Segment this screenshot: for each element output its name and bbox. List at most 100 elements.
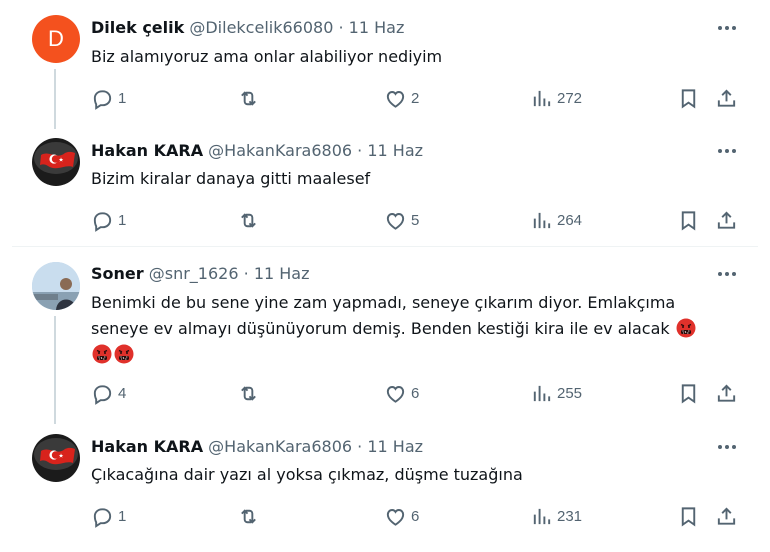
reply-count: 1 xyxy=(118,507,127,525)
like-button[interactable]: 2 xyxy=(384,86,419,110)
bookmark-icon xyxy=(677,209,700,232)
avatar[interactable] xyxy=(32,262,80,310)
angry-emoji-icon xyxy=(114,344,134,364)
like-count: 5 xyxy=(411,211,420,229)
more-icon[interactable] xyxy=(716,18,738,38)
like-button[interactable]: 5 xyxy=(384,208,419,232)
share-button[interactable] xyxy=(715,381,738,405)
views-icon xyxy=(530,382,553,405)
separator-dot: · xyxy=(243,264,249,283)
tweet-header: Hakan KARA @HakanKara6806 · 11 Haz xyxy=(91,141,423,161)
views-button[interactable]: 255 xyxy=(530,381,582,405)
like-count: 2 xyxy=(411,89,420,107)
angry-emoji-icon xyxy=(92,344,112,364)
share-icon xyxy=(715,505,738,528)
display-name[interactable]: Hakan KARA xyxy=(91,437,203,456)
reply-count: 4 xyxy=(118,384,127,402)
user-handle[interactable]: @HakanKara6806 xyxy=(208,141,352,160)
comment-icon xyxy=(91,209,114,232)
display-name[interactable]: Soner xyxy=(91,264,144,283)
tweet-text-line: seneye ev almayı düşünüyorum demiş. Bend… xyxy=(91,316,741,342)
reply-button[interactable]: 1 xyxy=(91,208,126,232)
views-count: 255 xyxy=(557,384,583,402)
more-icon[interactable] xyxy=(716,264,738,284)
bookmark-button[interactable] xyxy=(677,86,700,110)
retweet-icon xyxy=(237,87,260,110)
bookmark-icon xyxy=(677,382,700,405)
views-button[interactable]: 264 xyxy=(530,208,582,232)
reply-button[interactable]: 4 xyxy=(91,381,126,405)
retweet-button[interactable] xyxy=(237,208,264,232)
reply-button[interactable]: 1 xyxy=(91,86,126,110)
tweet-date[interactable]: 11 Haz xyxy=(367,141,423,160)
thread-line xyxy=(54,316,56,424)
reply-button[interactable]: 1 xyxy=(91,504,126,528)
tweet-text: Çıkacağına dair yazı al yoksa çıkmaz, dü… xyxy=(91,465,523,484)
thread-line xyxy=(54,69,56,129)
views-count: 272 xyxy=(557,89,583,107)
separator-dot: · xyxy=(357,141,363,160)
share-icon xyxy=(715,209,738,232)
angry-emoji-icon xyxy=(676,318,696,338)
reply-count: 1 xyxy=(118,89,127,107)
comment-icon xyxy=(91,505,114,528)
views-button[interactable]: 231 xyxy=(530,504,582,528)
like-icon xyxy=(384,382,407,405)
separator-dot: · xyxy=(357,437,363,456)
views-icon xyxy=(530,87,553,110)
tweet-date[interactable]: 11 Haz xyxy=(367,437,423,456)
display-name[interactable]: Hakan KARA xyxy=(91,141,203,160)
reply-count: 1 xyxy=(118,211,127,229)
profile-photo-icon xyxy=(32,262,80,310)
like-icon xyxy=(384,505,407,528)
share-button[interactable] xyxy=(715,86,738,110)
user-handle[interactable]: @snr_1626 xyxy=(149,264,239,283)
bookmark-button[interactable] xyxy=(677,504,700,528)
bookmark-button[interactable] xyxy=(677,208,700,232)
tweet-actions: 1 2 272 xyxy=(91,86,741,110)
more-icon[interactable] xyxy=(716,141,738,161)
retweet-button[interactable] xyxy=(237,86,264,110)
views-icon xyxy=(530,505,553,528)
retweet-icon xyxy=(237,209,260,232)
avatar[interactable]: D xyxy=(32,15,80,63)
tweet-text: Benimki de bu sene yine zam yapmadı, sen… xyxy=(91,290,741,368)
user-handle[interactable]: @Dilekcelik66080 xyxy=(189,18,333,37)
bookmark-button[interactable] xyxy=(677,381,700,405)
retweet-icon xyxy=(237,382,260,405)
like-icon xyxy=(384,209,407,232)
tweet-header: Hakan KARA @HakanKara6806 · 11 Haz xyxy=(91,437,423,457)
like-button[interactable]: 6 xyxy=(384,381,419,405)
share-button[interactable] xyxy=(715,208,738,232)
tweet-header: Soner @snr_1626 · 11 Haz xyxy=(91,264,310,284)
tweet-date[interactable]: 11 Haz xyxy=(254,264,310,283)
views-count: 264 xyxy=(557,211,583,229)
share-button[interactable] xyxy=(715,504,738,528)
avatar[interactable] xyxy=(32,434,80,482)
avatar[interactable] xyxy=(32,138,80,186)
retweet-icon xyxy=(237,505,260,528)
avatar-letter: D xyxy=(48,26,64,51)
tweet-text-line: Benimki de bu sene yine zam yapmadı, sen… xyxy=(91,293,676,312)
tweet-text: Biz alamıyoruz ama onlar alabiliyor nedi… xyxy=(91,47,443,66)
thread-divider xyxy=(12,246,758,247)
share-icon xyxy=(715,87,738,110)
retweet-button[interactable] xyxy=(237,381,264,405)
user-handle[interactable]: @HakanKara6806 xyxy=(208,437,352,456)
turkish-flag-avatar-icon xyxy=(32,138,80,186)
like-count: 6 xyxy=(411,507,420,525)
tweet-date[interactable]: 11 Haz xyxy=(349,18,405,37)
share-icon xyxy=(715,382,738,405)
like-button[interactable]: 6 xyxy=(384,504,419,528)
tweet-emoji-line xyxy=(91,342,741,368)
tweet-actions: 1 5 264 xyxy=(91,208,741,232)
views-button[interactable]: 272 xyxy=(530,86,582,110)
bookmark-icon xyxy=(677,505,700,528)
separator-dot: · xyxy=(338,18,344,37)
more-icon[interactable] xyxy=(716,437,738,457)
turkish-flag-avatar-icon xyxy=(32,434,80,482)
display-name[interactable]: Dilek çelik xyxy=(91,18,184,37)
tweet-text: Bizim kiralar danaya gitti maalesef xyxy=(91,169,371,188)
retweet-button[interactable] xyxy=(237,504,264,528)
views-count: 231 xyxy=(557,507,583,525)
